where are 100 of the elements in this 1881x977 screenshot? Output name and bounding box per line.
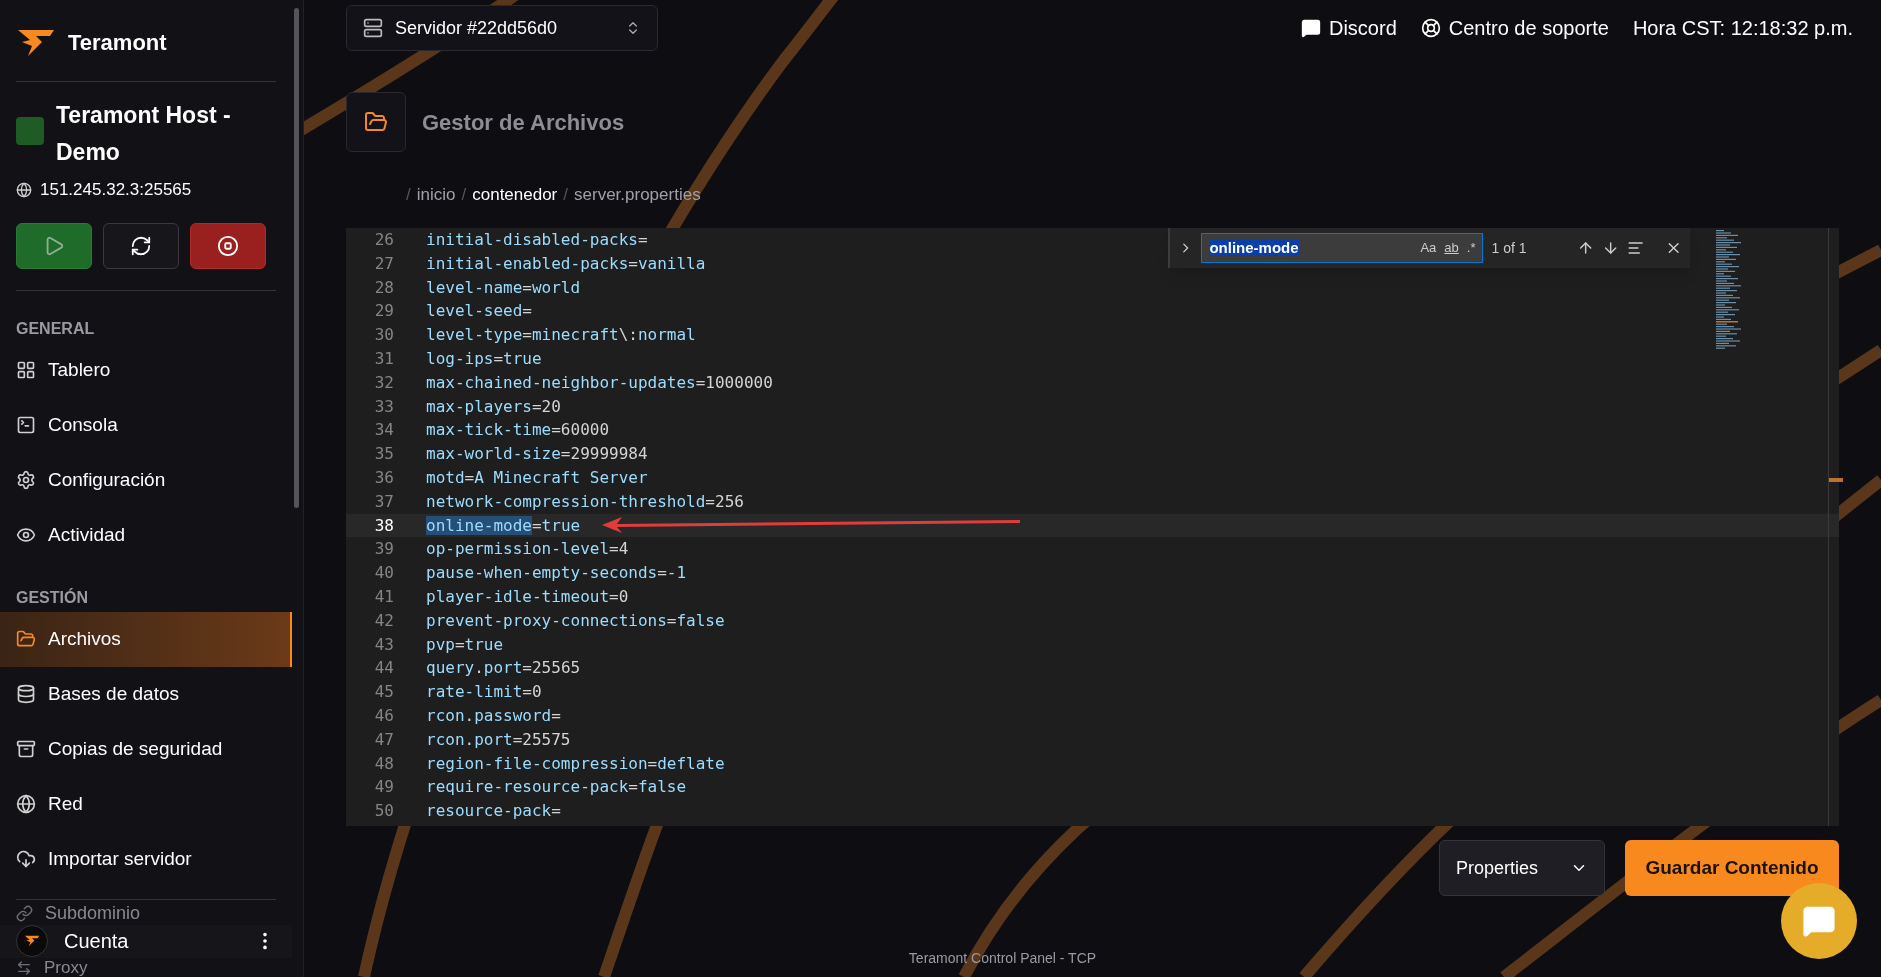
- brand-name: Teramont: [68, 29, 167, 57]
- page-title: Gestor de Archivos: [422, 108, 625, 137]
- match-count: 1 of 1: [1491, 238, 1528, 258]
- selection-icon[interactable]: [1627, 239, 1645, 257]
- line-number: 44: [373, 657, 394, 680]
- nav-icon: [16, 525, 36, 545]
- scrollbar[interactable]: [293, 8, 299, 508]
- nav-icon: [16, 739, 36, 759]
- nav-icon: [16, 684, 36, 704]
- nav-item[interactable]: Proxy: [0, 958, 292, 977]
- code-line: online-mode=true: [426, 514, 581, 537]
- section-heading: GESTIÓN: [16, 589, 89, 606]
- nav-item[interactable]: Archivos: [0, 611, 292, 667]
- refresh-icon: [130, 234, 152, 257]
- server-name: Teramont Host - Demo: [56, 101, 232, 167]
- code-line: rcon.port=25575: [426, 728, 571, 751]
- code-line: max-players=20: [426, 395, 561, 418]
- arrows-icon: [16, 959, 32, 976]
- find-option[interactable]: Aa: [1420, 238, 1437, 258]
- folder-icon: [364, 110, 388, 134]
- account-label: Cuenta: [64, 929, 130, 955]
- link-icon: [16, 904, 33, 922]
- line-number: 31: [373, 348, 394, 370]
- restart-button[interactable]: [103, 222, 179, 269]
- chat-icon: [1301, 18, 1321, 38]
- nav-item[interactable]: Bases de datos: [0, 666, 292, 722]
- line-number: 27: [373, 252, 394, 275]
- line-number: 37: [373, 490, 394, 513]
- line-number: 26: [373, 229, 394, 251]
- line-number: 45: [373, 681, 394, 704]
- code-line: network-compression-threshold=256: [426, 490, 744, 513]
- nav-item[interactable]: Red: [0, 776, 292, 832]
- line-number: 38: [373, 514, 394, 537]
- line-number: 35: [373, 443, 394, 466]
- breadcrumb-separator: /: [461, 184, 467, 207]
- globe-icon: [16, 181, 32, 198]
- code-line: op-permission-level=4: [426, 538, 629, 561]
- line-number: 46: [373, 704, 394, 727]
- line-number: 39: [373, 538, 394, 561]
- code-line: max-world-size=29999984: [426, 443, 648, 466]
- stop-icon: [217, 234, 239, 257]
- nav-item[interactable]: Copias de seguridad: [0, 721, 292, 777]
- nav-item[interactable]: Importar servidor: [0, 831, 292, 887]
- line-number: 40: [373, 562, 394, 585]
- section-heading: GENERAL: [16, 320, 96, 337]
- code-line: level-type=minecraft\:normal: [426, 324, 696, 347]
- line-number: 30: [373, 324, 394, 347]
- save-button[interactable]: Guardar Contenido: [1625, 840, 1839, 896]
- nav-icon: [16, 415, 36, 435]
- find-option[interactable]: .*: [1466, 238, 1476, 258]
- nav-icon: [16, 470, 36, 490]
- code-line: resource-pack=: [426, 800, 561, 823]
- nav-item[interactable]: Subdominio: [0, 901, 292, 925]
- account-bar[interactable]: Cuenta: [0, 924, 292, 958]
- nav-icon: [16, 360, 36, 380]
- support-link[interactable]: Centro de soporte: [1420, 13, 1609, 43]
- line-number: 36: [373, 466, 394, 489]
- line-number: 43: [373, 633, 394, 656]
- line-number: 33: [373, 395, 394, 418]
- code-line: initial-disabled-packs=: [426, 229, 648, 251]
- nav-item[interactable]: Actividad: [0, 507, 292, 563]
- discord-link[interactable]: Discord: [1301, 13, 1397, 43]
- line-number: 29: [373, 300, 394, 323]
- nav-item[interactable]: Tablero: [0, 342, 292, 398]
- server-address: 151.245.32.3:25565: [40, 179, 192, 201]
- code-line: max-tick-time=60000: [426, 419, 610, 442]
- find-option[interactable]: ab: [1444, 238, 1459, 258]
- line-number: 42: [373, 609, 394, 632]
- breadcrumb-link[interactable]: inicio: [416, 182, 456, 208]
- nav-icon: [16, 849, 36, 869]
- scroll-marker: [1829, 478, 1843, 482]
- nav-icon: [16, 794, 36, 814]
- code-line: pvp=true: [426, 633, 504, 656]
- code-line: motd=A Minecraft Server: [426, 466, 648, 489]
- code-line: log-ips=true: [426, 348, 542, 370]
- nav-item[interactable]: Consola: [0, 397, 292, 453]
- server-icon: [363, 18, 383, 38]
- line-number: 48: [373, 752, 394, 775]
- code-line: region-file-compression=deflate: [426, 752, 725, 775]
- nav-icon: [16, 629, 36, 649]
- stop-button[interactable]: [190, 222, 266, 269]
- code-line: rate-limit=0: [426, 681, 542, 704]
- find-input[interactable]: online-mode Aa ab .*: [1201, 233, 1484, 263]
- code-line: query.port=25565: [426, 657, 581, 680]
- footer-text: Teramont Control Panel - TCP: [908, 949, 1097, 968]
- code-line: rcon.password=: [426, 704, 561, 727]
- chat-icon: [1802, 904, 1836, 938]
- logo-icon: [16, 27, 56, 58]
- line-number: 47: [373, 728, 394, 751]
- lifebuoy-icon: [1420, 18, 1441, 38]
- code-line: level-name=world: [426, 276, 581, 299]
- breadcrumb-link[interactable]: server.properties: [574, 182, 701, 208]
- avatar: [16, 925, 48, 958]
- line-number: 32: [373, 371, 394, 394]
- code-line: pause-when-empty-seconds=-1: [426, 562, 687, 585]
- format-select[interactable]: Properties: [1439, 840, 1605, 896]
- server-select[interactable]: Servidor #22dd56d0: [346, 5, 658, 51]
- breadcrumb-link[interactable]: contenedor: [472, 182, 558, 208]
- line-number: 34: [373, 419, 394, 442]
- nav-item[interactable]: Configuración: [0, 452, 292, 508]
